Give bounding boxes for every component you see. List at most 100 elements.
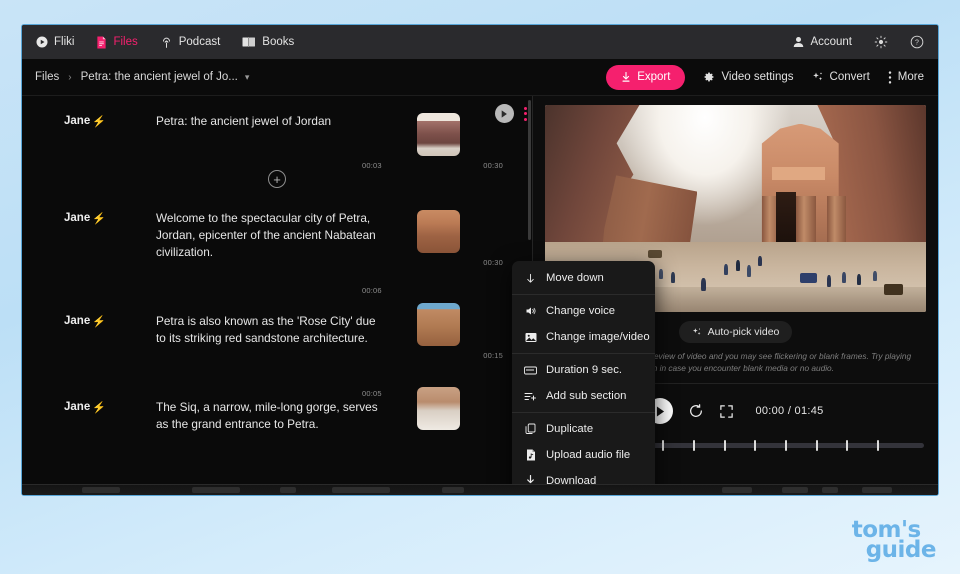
nav-item-books[interactable]: Books <box>242 36 294 48</box>
image-icon <box>524 332 537 343</box>
row-context-menu: Move down Change voice Change image/vide… <box>512 261 655 496</box>
svg-text:?: ? <box>915 40 919 47</box>
timeline-tick <box>816 440 818 451</box>
add-block-row: + <box>22 156 532 194</box>
primary-nav-items: Fliki Files Podcast <box>36 36 294 49</box>
more-button[interactable]: More <box>888 71 924 84</box>
row-speaker[interactable]: Jane ⚡ <box>64 399 156 433</box>
speaker-name: Jane <box>64 212 90 224</box>
row-time-right: 00:30 <box>483 161 503 170</box>
preview-treasury-doorway <box>776 192 797 246</box>
menu-item-change-voice[interactable]: Change voice <box>512 298 655 324</box>
menu-divider <box>512 412 655 413</box>
row-thumbnail[interactable] <box>417 210 460 253</box>
row-media <box>396 399 504 433</box>
preview-person <box>659 269 663 279</box>
menu-item-upload-audio-file[interactable]: Upload audio file <box>512 442 655 468</box>
menu-label: Change image/video <box>546 331 650 343</box>
breadcrumb-bar: Files › Petra: the ancient jewel of Jo..… <box>22 59 938 96</box>
nav-item-fliki[interactable]: Fliki <box>36 36 74 48</box>
speaker-name: Jane <box>64 315 90 327</box>
script-row[interactable]: Jane ⚡ The Siq, a narrow, mile-long gorg… <box>22 347 532 433</box>
menu-item-duration[interactable]: Duration 9 sec. <box>512 357 655 383</box>
nav-label-podcast: Podcast <box>179 36 221 48</box>
script-row[interactable]: Jane ⚡ Petra: the ancient jewel of Jorda… <box>22 96 532 156</box>
upload-audio-icon <box>524 449 537 461</box>
script-row[interactable]: Jane ⚡ Petra is also known as the 'Rose … <box>22 261 532 347</box>
preview-person <box>758 256 762 266</box>
speaker-name: Jane <box>64 401 90 413</box>
row-time-left: 00:03 <box>362 161 382 170</box>
nav-item-files[interactable]: Files <box>96 36 137 49</box>
watermark-line-2: guide <box>852 540 936 560</box>
convert-button[interactable]: Convert <box>812 71 870 83</box>
row-text[interactable]: The Siq, a narrow, mile-long gorge, serv… <box>156 399 396 433</box>
lightning-icon: ⚡ <box>92 315 106 328</box>
podcast-icon <box>160 36 173 49</box>
row-thumbnail[interactable] <box>417 303 460 346</box>
row-play-button[interactable] <box>495 104 514 123</box>
lightning-icon: ⚡ <box>92 115 106 128</box>
preview-person <box>842 272 846 283</box>
row-text[interactable]: Welcome to the spectacular city of Petra… <box>156 210 396 261</box>
nav-label-fliki: Fliki <box>54 36 74 48</box>
add-block-button[interactable]: + <box>268 170 286 188</box>
nav-item-account[interactable]: Account <box>793 36 852 48</box>
fullscreen-button[interactable] <box>719 404 734 419</box>
menu-item-duplicate[interactable]: Duplicate <box>512 416 655 442</box>
secondary-nav-items: Account ? <box>793 35 924 49</box>
row-text[interactable]: Petra: the ancient jewel of Jordan <box>156 113 396 156</box>
script-scrollbar[interactable] <box>528 100 531 240</box>
preview-person <box>701 278 706 291</box>
timeline-tick <box>693 440 695 451</box>
row-speaker[interactable]: Jane ⚡ <box>64 113 156 156</box>
convert-label: Convert <box>830 71 870 83</box>
cut-off-bottom-strip <box>22 484 938 495</box>
nav-item-podcast[interactable]: Podcast <box>160 36 221 49</box>
row-text[interactable]: Petra is also known as the 'Rose City' d… <box>156 313 396 347</box>
download-icon <box>621 72 631 83</box>
add-lines-icon <box>524 391 537 402</box>
row-speaker[interactable]: Jane ⚡ <box>64 210 156 261</box>
video-settings-label: Video settings <box>721 71 793 83</box>
menu-item-change-image-video[interactable]: Change image/video <box>512 324 655 350</box>
speaker-icon <box>524 305 537 317</box>
auto-pick-video-button[interactable]: Auto-pick video <box>679 321 793 343</box>
brightness-icon <box>874 35 888 49</box>
preview-person <box>724 264 728 275</box>
app-window: Fliki Files Podcast <box>21 24 939 496</box>
chevron-down-icon: ▾ <box>245 72 250 83</box>
preview-carriage <box>884 284 903 295</box>
timeline-tick <box>846 440 848 451</box>
replay-button[interactable] <box>688 403 704 419</box>
menu-item-add-sub-section[interactable]: Add sub section <box>512 383 655 409</box>
breadcrumb-root[interactable]: Files <box>35 71 59 83</box>
breadcrumb-current-item[interactable]: Petra: the ancient jewel of Jo... ▾ <box>81 71 250 83</box>
breadcrumb-current-label: Petra: the ancient jewel of Jo... <box>81 71 238 83</box>
nav-item-brightness[interactable] <box>874 35 888 49</box>
nav-item-help[interactable]: ? <box>910 35 924 49</box>
auto-pick-label: Auto-pick video <box>708 326 780 338</box>
menu-label: Duplicate <box>546 423 593 435</box>
preview-person <box>827 275 831 287</box>
document-actions: Export Video settings Convert More <box>606 65 924 90</box>
row-thumbnail[interactable] <box>417 113 460 156</box>
menu-item-move-down[interactable]: Move down <box>512 265 655 291</box>
preview-person <box>736 260 740 271</box>
export-button[interactable]: Export <box>606 65 685 90</box>
preview-person <box>873 271 877 281</box>
lightning-icon: ⚡ <box>92 212 106 225</box>
script-panel: Jane ⚡ Petra: the ancient jewel of Jorda… <box>22 96 533 495</box>
nav-label-files: Files <box>113 36 137 48</box>
breadcrumb: Files › Petra: the ancient jewel of Jo..… <box>35 71 249 83</box>
gear-icon <box>703 71 715 83</box>
person-icon <box>793 36 804 48</box>
script-row[interactable]: Jane ⚡ Welcome to the spectacular city o… <box>22 194 532 261</box>
row-speaker[interactable]: Jane ⚡ <box>64 313 156 347</box>
menu-label: Change voice <box>546 305 615 317</box>
menu-label: Add sub section <box>546 390 626 402</box>
video-settings-button[interactable]: Video settings <box>703 71 793 83</box>
row-thumbnail[interactable] <box>417 387 460 430</box>
file-icon <box>96 36 107 49</box>
lightning-icon: ⚡ <box>92 401 106 414</box>
